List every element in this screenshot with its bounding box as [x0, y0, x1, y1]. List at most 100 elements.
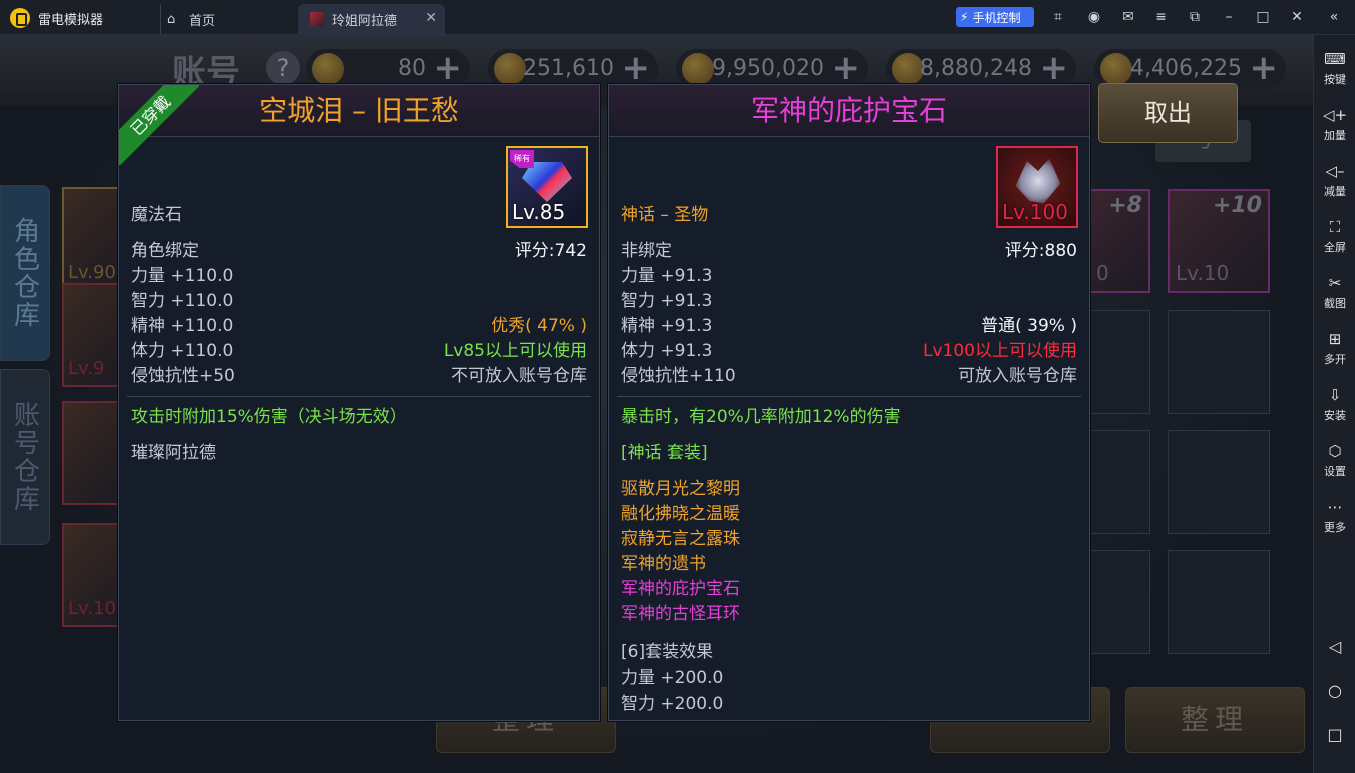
- sidebar-item-fullscreen[interactable]: ⛶ 全屏: [1314, 217, 1355, 255]
- close-tab-icon[interactable]: ✕: [425, 10, 437, 26]
- inventory-slot[interactable]: Lv.9: [62, 283, 122, 387]
- back-icon[interactable]: ◁: [1314, 637, 1355, 656]
- sidebar-item-multi-open[interactable]: ⊞ 多开: [1314, 329, 1355, 367]
- resource-2[interactable]: 251,610 +: [488, 49, 658, 89]
- tab-home-label: 首页: [189, 13, 216, 29]
- item-effect: 攻击时附加15%伤害（决斗场无效）: [131, 407, 407, 427]
- resource-4[interactable]: 8,880,248 +: [886, 49, 1076, 89]
- slot-level: Lv.10: [1176, 261, 1230, 285]
- keyboard-icon: ⌨: [1324, 50, 1346, 68]
- quality-rating: 普通( 39% ): [981, 316, 1077, 336]
- settings-icon: ⬡: [1328, 442, 1342, 460]
- stat-label: 智力 +110.0: [131, 291, 234, 311]
- maximize-icon[interactable]: □: [1253, 7, 1273, 27]
- inventory-slot[interactable]: [1168, 310, 1270, 414]
- gamepad-icon[interactable]: ⌗: [1048, 7, 1068, 27]
- stat-row: 侵蚀抗性+50 不可放入账号仓库: [131, 364, 587, 388]
- game-viewport[interactable]: 账号 ? 80 + 251,610 + 9,950,020 + 8,880,24…: [0, 35, 1313, 773]
- menu-icon[interactable]: ≡: [1151, 7, 1171, 27]
- tab-home[interactable]: ⌂ 首页: [160, 4, 295, 34]
- item-type: 魔法石: [131, 205, 182, 225]
- inventory-slot[interactable]: [1088, 310, 1150, 414]
- help-icon[interactable]: ?: [266, 51, 300, 85]
- set-item: 融化拂晓之温暖: [621, 504, 740, 524]
- add-resource-1-icon[interactable]: +: [434, 51, 463, 85]
- home-icon: ⌂: [167, 12, 176, 27]
- sidebar-item-volume-down[interactable]: ◁– 减量: [1314, 161, 1355, 199]
- storage-rule: 可放入账号仓库: [958, 366, 1077, 386]
- tab-character-warehouse[interactable]: 角色仓库: [0, 185, 50, 361]
- sidebar-item-volume-up[interactable]: ◁+ 加量: [1314, 105, 1355, 143]
- sidebar-label: 加量: [1324, 129, 1346, 142]
- sort-button-right[interactable]: 整理: [1125, 687, 1305, 753]
- add-resource-4-icon[interactable]: +: [1040, 51, 1069, 85]
- slot-level: Lv.90: [68, 262, 116, 283]
- tab-game[interactable]: 玲姐阿拉德 ✕: [298, 4, 445, 34]
- set-effect-title: [6]套装效果: [621, 642, 714, 662]
- inventory-slot[interactable]: [1088, 550, 1150, 654]
- inventory-slot[interactable]: [1088, 430, 1150, 534]
- take-out-button[interactable]: 取出: [1098, 83, 1238, 143]
- add-resource-5-icon[interactable]: +: [1250, 51, 1279, 85]
- stat-label: 体力 +91.3: [621, 341, 713, 361]
- add-resource-3-icon[interactable]: +: [832, 51, 861, 85]
- item-score: 评分:880: [1004, 241, 1077, 261]
- bolt-icon: ⚡: [960, 10, 969, 24]
- recent-apps-icon[interactable]: □: [1314, 725, 1355, 744]
- gem-icon: [522, 162, 572, 202]
- scissors-icon: ✂: [1328, 274, 1342, 292]
- resource-3-value: 9,950,020: [712, 56, 824, 81]
- sidebar-label: 多开: [1324, 353, 1346, 366]
- app-title: 雷电模拟器: [38, 13, 104, 28]
- inventory-slot[interactable]: [1168, 430, 1270, 534]
- inventory-slot[interactable]: +8 0: [1088, 189, 1150, 293]
- enhance-level: +10: [1212, 193, 1262, 218]
- bind-status: 非绑定: [621, 241, 672, 261]
- stat-row: 力量 +91.3: [621, 264, 1077, 288]
- bind-status: 角色绑定: [131, 241, 199, 261]
- item-effect: 暴击时，有20%几率附加12%的伤害: [621, 407, 901, 427]
- restore-icon[interactable]: ⧉: [1185, 7, 1205, 27]
- emulator-sidebar: ⌨ 按键 ◁+ 加量 ◁– 减量 ⛶ 全屏 ✂ 截图 ⊞ 多开 ⇩ 安装 ⬡ 设…: [1313, 35, 1355, 773]
- dragon-icon: [1015, 158, 1061, 204]
- inventory-slot[interactable]: [62, 401, 122, 505]
- phone-control-label: 手机控制: [972, 10, 1021, 25]
- phone-control-button[interactable]: ⚡ 手机控制: [956, 7, 1034, 27]
- set-item: 驱散月光之黎明: [621, 479, 740, 499]
- stat-label: 精神 +91.3: [621, 316, 713, 336]
- minimize-icon[interactable]: –: [1219, 7, 1239, 27]
- stat-label: 侵蚀抗性+110: [621, 366, 736, 386]
- sidebar-item-settings[interactable]: ⬡ 设置: [1314, 441, 1355, 479]
- stat-row: 体力 +110.0 Lv85以上可以使用: [131, 339, 587, 363]
- user-icon[interactable]: ◉: [1084, 7, 1104, 27]
- stat-row: 力量 +110.0: [131, 264, 587, 288]
- inventory-slot[interactable]: [1168, 550, 1270, 654]
- item-level: Lv.100: [1002, 200, 1068, 224]
- tab-account-warehouse[interactable]: 账号仓库: [0, 369, 50, 545]
- set-item: 军神的遗书: [621, 554, 706, 574]
- mail-icon[interactable]: ✉: [1118, 7, 1138, 27]
- sidebar-label: 安装: [1324, 409, 1346, 422]
- add-resource-2-icon[interactable]: +: [622, 51, 651, 85]
- gold-coin-icon: [1100, 53, 1132, 85]
- resource-1[interactable]: 80 +: [306, 49, 470, 89]
- resource-3[interactable]: 9,950,020 +: [676, 49, 868, 89]
- apk-icon: ⇩: [1328, 386, 1342, 404]
- sidebar-item-keys[interactable]: ⌨ 按键: [1314, 49, 1355, 87]
- resource-2-value: 251,610: [523, 56, 614, 81]
- sidebar-item-install[interactable]: ⇩ 安装: [1314, 385, 1355, 423]
- home-circle-icon[interactable]: ○: [1314, 681, 1355, 700]
- inventory-slot[interactable]: Lv.90: [62, 187, 122, 291]
- title-bar: 雷电模拟器 ⌂ 首页 玲姐阿拉德 ✕ ⚡ 手机控制 ⌗ ◉ ✉ ≡ ⧉ – □ …: [0, 0, 1355, 35]
- scroll-icon: [494, 53, 526, 85]
- rarity-tag: 稀有: [510, 150, 534, 168]
- sidebar-item-screenshot[interactable]: ✂ 截图: [1314, 273, 1355, 311]
- divider: [617, 396, 1081, 397]
- inventory-slot[interactable]: Lv.10: [62, 523, 122, 627]
- coin-icon: [312, 53, 344, 85]
- sidebar-item-more[interactable]: ⋯ 更多: [1314, 497, 1355, 535]
- close-window-icon[interactable]: ✕: [1287, 7, 1307, 27]
- collapse-sidebar-icon[interactable]: «: [1324, 7, 1344, 27]
- resource-4-value: 8,880,248: [920, 56, 1032, 81]
- inventory-slot[interactable]: +10 Lv.10: [1168, 189, 1270, 293]
